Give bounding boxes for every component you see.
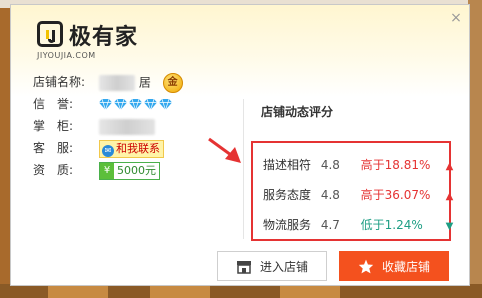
reputation-diamonds[interactable] — [99, 93, 174, 115]
contact-label: 和我联系 — [116, 141, 160, 155]
star-icon — [358, 259, 374, 274]
shop-name-row: 店铺名称: 居 金 — [33, 71, 233, 93]
gold-medal-icon: 金 — [162, 72, 183, 93]
favorite-shop-button[interactable]: 收藏店铺 — [339, 251, 449, 281]
logo-name: 极有家 — [69, 25, 139, 50]
red-arrow-icon — [208, 137, 241, 163]
favorite-shop-label: 收藏店铺 — [381, 260, 430, 274]
logo-mark-icon — [37, 21, 63, 47]
deposit-badge[interactable]: ¥5000元 — [99, 161, 160, 180]
arrow-up-icon: ▲ — [445, 161, 454, 172]
service-label: 客 服: — [33, 141, 74, 155]
deposit-value: ¥5000元 — [99, 159, 160, 181]
close-icon[interactable]: × — [449, 11, 463, 25]
deposit-icon: ¥ — [100, 162, 114, 179]
shop-info-list: 店铺名称: 居 金 信 誉: 掌 柜: 客 服: ✉ 和我联系 资 质: ¥ 5… — [33, 71, 233, 181]
redacted-keeper-name — [99, 118, 155, 135]
rating-row: 物流服务 4.7 低于1.24% ▼ — [263, 215, 454, 235]
shop-name-label: 店铺名称: — [33, 75, 86, 89]
rating-compare: 高于18.81% — [360, 158, 431, 172]
redacted-shop-name — [99, 74, 135, 91]
deposit-label: 资 质: — [33, 163, 74, 177]
shop-info-popup: × 极有家 JIYOUJIA.COM 店铺名称: 居 金 信 誉: 掌 柜: 客… — [10, 4, 470, 286]
rating-compare: 低于1.24% — [360, 218, 423, 232]
rating-score: 4.7 — [320, 218, 340, 232]
vertical-divider — [243, 99, 244, 239]
rating-score: 4.8 — [320, 158, 340, 172]
rating-name: 物流服务 — [263, 218, 312, 232]
rating-score: 4.8 — [320, 188, 340, 202]
background-right-edge — [468, 0, 482, 298]
enter-shop-button[interactable]: 进入店铺 — [217, 251, 327, 281]
rating-name: 服务态度 — [263, 188, 312, 202]
background-product-tile — [150, 286, 210, 298]
rating-title: 店铺动态评分 — [261, 105, 334, 119]
reputation-row: 信 誉: — [33, 93, 233, 115]
deposit-row: 资 质: ¥5000元 — [33, 159, 233, 181]
service-value: ✉ 和我联系 — [99, 137, 164, 159]
deposit-amount: 5000元 — [117, 163, 156, 177]
diamond-icon — [129, 99, 142, 110]
shop-name-suffix: 居 — [138, 75, 151, 90]
chat-bubble-icon: ✉ — [102, 144, 114, 157]
arrow-down-icon: ▼ — [445, 221, 454, 232]
diamond-icon — [114, 99, 127, 110]
rating-name: 描述相符 — [263, 158, 312, 172]
diamond-icon — [144, 99, 157, 110]
diamond-icon — [159, 99, 172, 110]
shop-icon — [236, 261, 251, 274]
keeper-row: 掌 柜: — [33, 115, 233, 137]
reputation-label: 信 誉: — [33, 97, 74, 111]
keeper-value — [99, 115, 155, 137]
shop-name-value[interactable]: 居 金 — [99, 71, 183, 94]
service-row: 客 服: ✉ 和我联系 — [33, 137, 233, 159]
rating-highlight-box: 描述相符 4.8 高于18.81% ▲ 服务态度 4.8 高于36.07% ▲ … — [251, 141, 454, 241]
rating-row: 描述相符 4.8 高于18.81% ▲ — [263, 155, 454, 175]
enter-shop-label: 进入店铺 — [259, 260, 308, 274]
rating-compare: 高于36.07% — [360, 188, 431, 202]
background-product-tile — [48, 286, 108, 298]
background-product-tile — [280, 286, 340, 298]
rating-row: 服务态度 4.8 高于36.07% ▲ — [263, 185, 454, 205]
keeper-label: 掌 柜: — [33, 119, 74, 133]
contact-me-button[interactable]: ✉ 和我联系 — [99, 139, 164, 158]
arrow-up-icon: ▲ — [445, 191, 454, 202]
logo-domain: JIYOUJIA.COM — [37, 51, 96, 60]
diamond-icon — [99, 99, 112, 110]
